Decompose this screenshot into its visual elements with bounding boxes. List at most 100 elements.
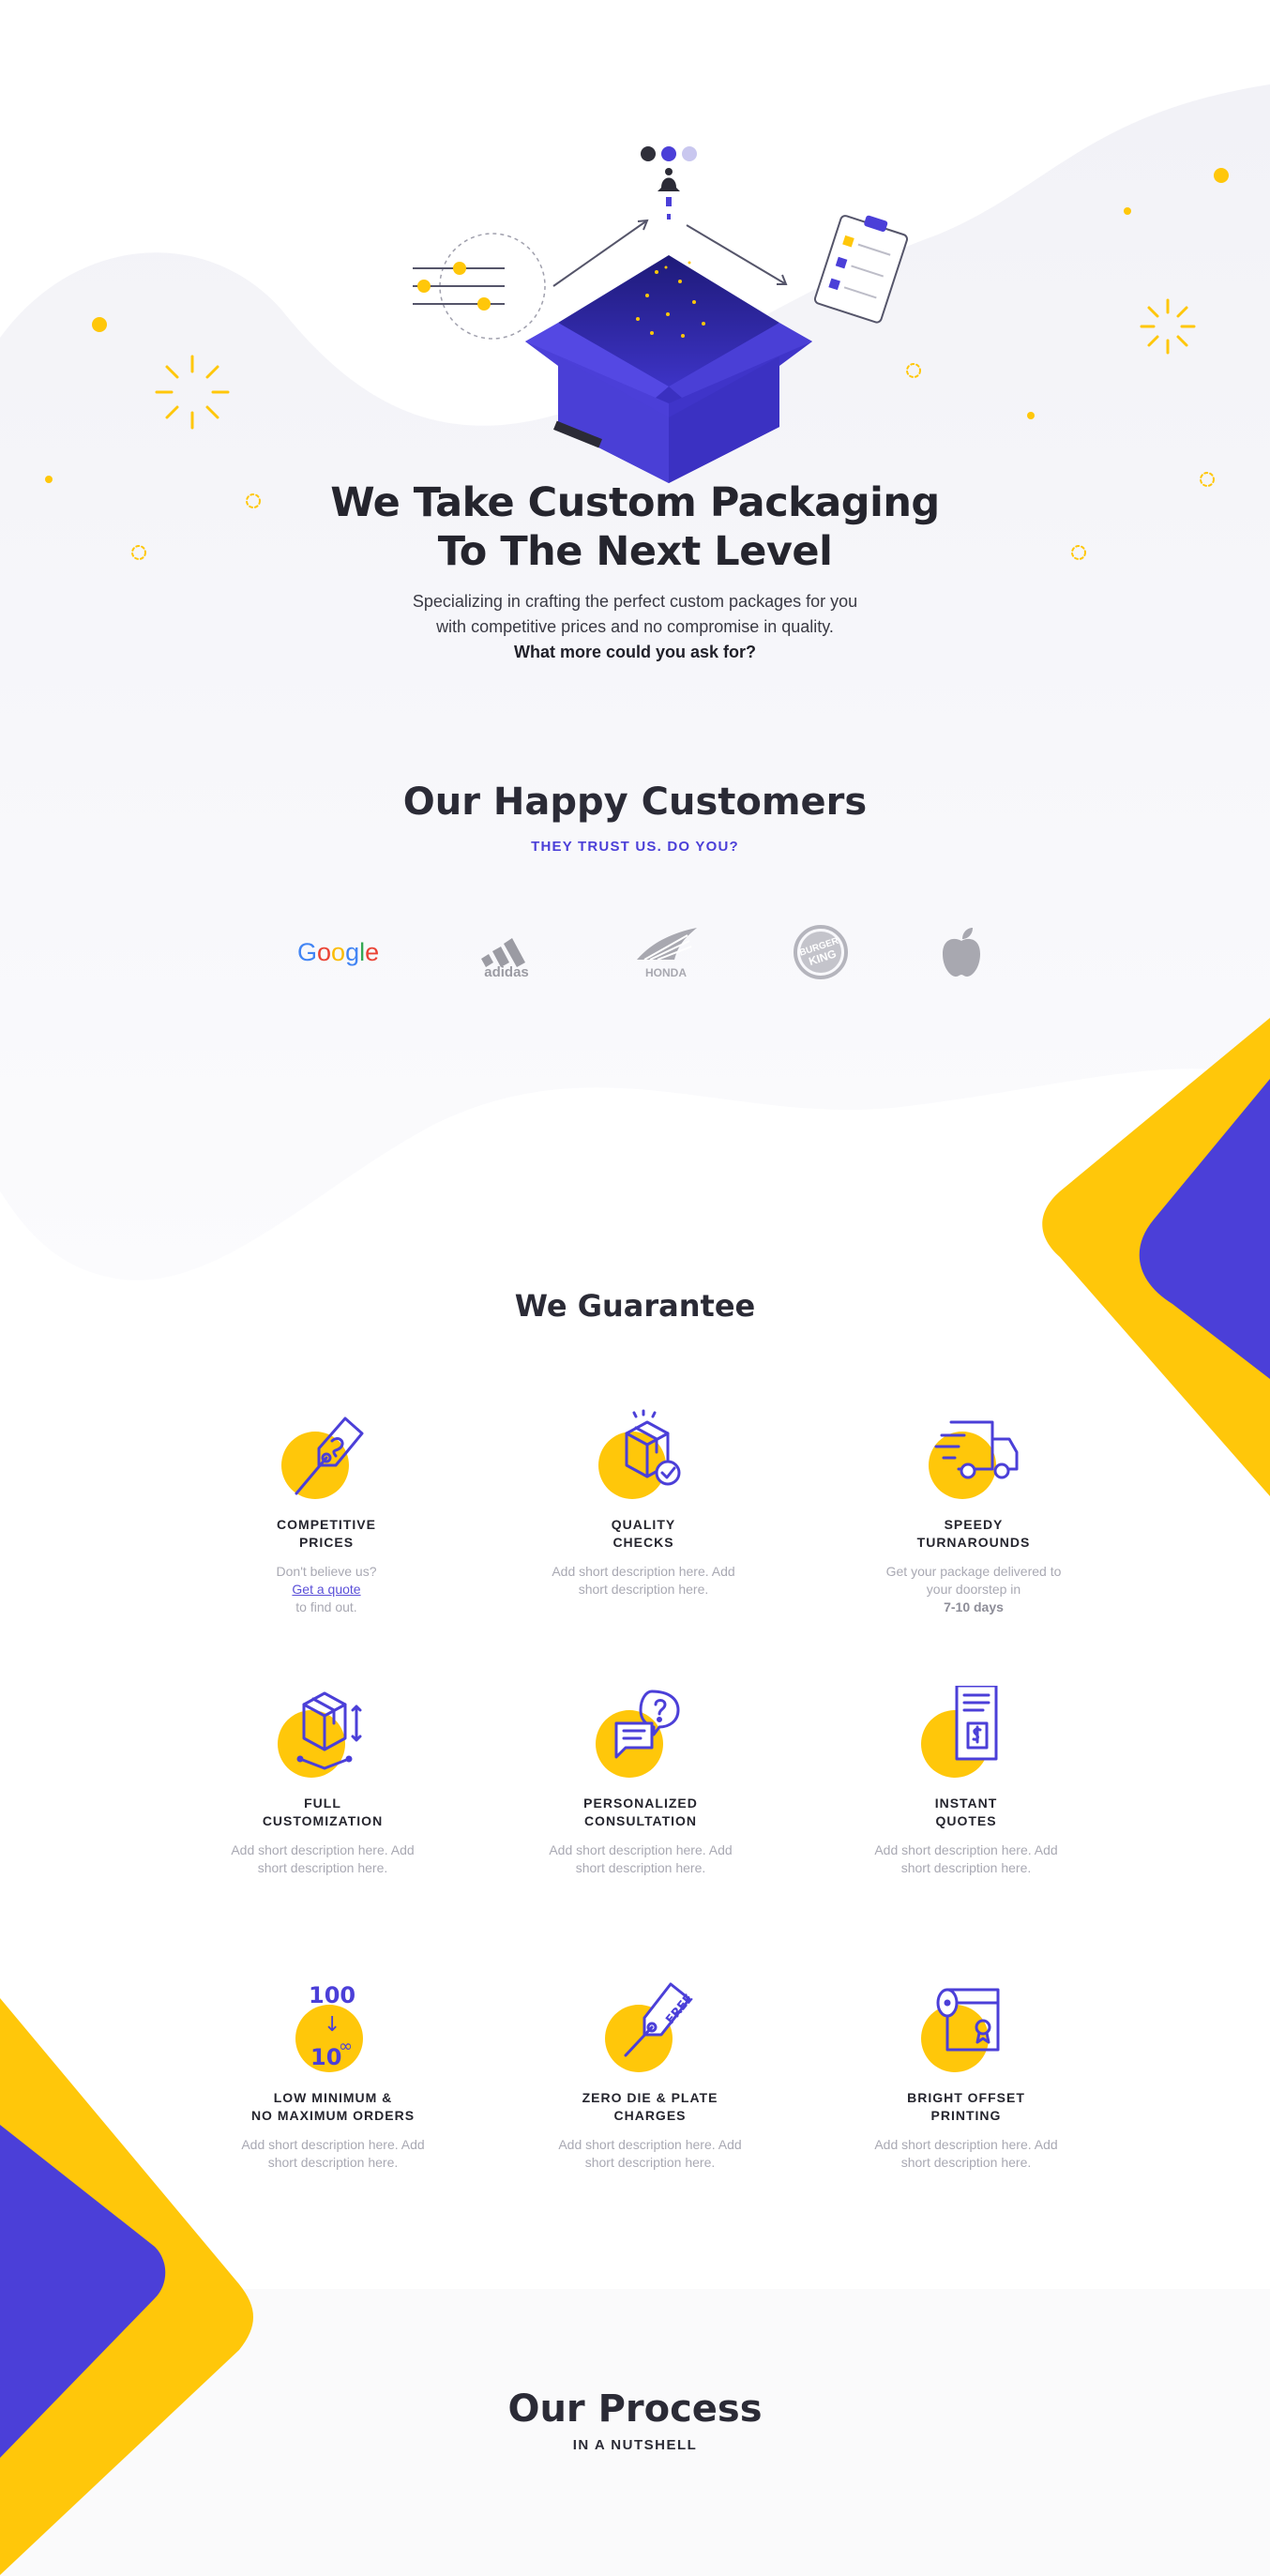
right-purple-diamond [1139,1079,1270,1379]
svg-text:Google: Google [297,938,379,966]
feature-title-line2: QUOTES [935,1813,997,1828]
feature-desc-line1: Get your package delivered to [885,1564,1062,1579]
feature-desc-line2: your doorstep in [926,1582,1021,1597]
minimum-order-icon: 100 ↓ 10 ∞ [277,1980,389,2074]
feature-title: PERSONALIZED CONSULTATION [500,1795,781,1830]
feature-description: Add short description here. Add short de… [825,1841,1107,1877]
customers-subtitle: THEY TRUST US. DO YOU? [531,839,739,855]
feature-desc-line2: short description here. [575,1860,706,1875]
feature-zero-die-plate: FREE ZERO DIE & PLATE CHARGES Add short … [509,1980,791,2172]
feature-desc-line2: to find out. [295,1599,357,1614]
feature-desc-line2: short description here. [257,1860,388,1875]
svg-text:∞: ∞ [339,2037,353,2056]
feature-quality-checks: QUALITY CHECKS Add short description her… [503,1407,784,1599]
feature-title: LOW MINIMUM & NO MAXIMUM ORDERS [192,2089,474,2125]
svg-text:adidas: adidas [484,964,529,977]
feature-desc-line1: Add short description here. Add [241,2137,425,2152]
burger-king-logo: BURGER KING [788,915,854,990]
guarantee-title: We Guarantee [514,1288,756,1324]
feature-title-line1: LOW MINIMUM & [273,2090,393,2105]
feature-desc-line2: short description here. [900,2155,1032,2170]
quote-document-icon [910,1686,1022,1780]
feature-title: INSTANT QUOTES [825,1795,1107,1830]
hero-title: We Take Custom Packaging To The Next Lev… [0,478,1270,576]
feature-title-line2: PRICES [298,1535,355,1550]
feature-title: ZERO DIE & PLATE CHARGES [509,2089,791,2125]
feature-desc-line1: Add short description here. Add [874,2137,1058,2152]
price-tag-icon [270,1407,383,1501]
custom-box-icon [266,1686,379,1780]
feature-instant-quotes: INSTANT QUOTES Add short description her… [825,1686,1107,1877]
hero-title-line2: To The Next Level [437,528,833,575]
feature-title-line1: ZERO DIE & PLATE [582,2090,718,2105]
feature-title: SPEEDY TURNAROUNDS [833,1516,1114,1552]
feature-desc-line2: short description here. [900,1860,1032,1875]
get-quote-link[interactable]: Get a quote [292,1582,360,1597]
feature-title-line2: CHECKS [612,1535,674,1550]
feature-description: Add short description here. Add short de… [825,2136,1107,2172]
feature-full-customization: FULL CUSTOMIZATION Add short description… [182,1686,463,1877]
feature-title-line1: QUALITY [611,1517,676,1532]
feature-title: QUALITY CHECKS [503,1516,784,1552]
feature-desc-line1: Add short description here. Add [558,2137,742,2152]
feature-description: Add short description here. Add short de… [503,1563,784,1599]
hero-subtitle-question: What more could you ask for? [513,643,757,661]
svg-text:100: 100 [309,1982,355,2008]
feature-description: Get your package delivered to your doors… [833,1563,1114,1616]
feature-desc-line2: short description here. [578,1582,709,1597]
feature-title-line2: CHARGES [613,2108,687,2123]
hero-subtitle: Specializing in crafting the perfect cus… [0,589,1270,665]
feature-title-line2: NO MAXIMUM ORDERS [250,2108,416,2123]
svg-text:HONDA: HONDA [645,966,687,979]
feature-title-line2: TURNAROUNDS [916,1535,1031,1550]
adidas-logo: adidas [469,915,544,990]
consultation-chat-icon [584,1686,697,1780]
feature-desc-line1: Add short description here. Add [874,1842,1058,1857]
feature-speedy-turnarounds: SPEEDY TURNAROUNDS Get your package deli… [833,1407,1114,1616]
feature-title-line1: FULL [304,1796,341,1811]
svg-text:10: 10 [310,2044,341,2070]
offset-print-icon [910,1980,1022,2074]
feature-desc-line1: Add short description here. Add [231,1842,415,1857]
hero-title-line1: We Take Custom Packaging [330,479,940,526]
feature-description: Add short description here. Add short de… [500,1841,781,1877]
feature-description: Don't believe us? Get a quote to find ou… [186,1563,467,1616]
feature-title-line1: SPEEDY [944,1517,1004,1532]
customer-logos: Google adidas HONDA BURGER KING [281,915,1013,990]
process-title: Our Process [507,2387,763,2431]
feature-desc-bold: 7-10 days [944,1599,1004,1614]
hero-section: We Take Custom Packaging To The Next Lev… [0,0,1270,675]
honda-logo: HONDA [628,915,703,990]
feature-title-line2: PRINTING [930,2108,1002,2123]
free-tag-icon: FREE [594,1980,706,2074]
feature-title-line1: COMPETITIVE [277,1517,376,1532]
svg-text:↓: ↓ [324,2013,340,2037]
feature-title-line2: CUSTOMIZATION [262,1813,384,1828]
feature-desc-line2: short description here. [267,2155,399,2170]
feature-personalized-consultation: PERSONALIZED CONSULTATION Add short desc… [500,1686,781,1877]
process-band [0,2289,1270,2576]
feature-title-line1: INSTANT [934,1796,998,1811]
feature-title: FULL CUSTOMIZATION [182,1795,463,1830]
feature-desc-line2: short description here. [584,2155,716,2170]
process-subtitle: IN A NUTSHELL [572,2437,698,2453]
quality-box-icon [587,1407,700,1501]
hero-subtitle-line2: with competitive prices and no compromis… [436,617,834,636]
feature-desc-line1: Don't believe us? [276,1564,377,1579]
feature-desc-line1: Add short description here. Add [549,1842,733,1857]
customers-title: Our Happy Customers [402,780,868,824]
feature-low-minimum: 100 ↓ 10 ∞ LOW MINIMUM & NO MAXIMUM ORDE… [192,1980,474,2172]
feature-bright-offset-printing: BRIGHT OFFSET PRINTING Add short descrip… [825,1980,1107,2172]
feature-title-line1: BRIGHT OFFSET [907,2090,1025,2105]
feature-title: BRIGHT OFFSET PRINTING [825,2089,1107,2125]
feature-title: COMPETITIVE PRICES [186,1516,467,1552]
feature-title-line2: CONSULTATION [583,1813,698,1828]
delivery-truck-icon [917,1407,1030,1501]
apple-logo [933,915,990,990]
feature-description: Add short description here. Add short de… [509,2136,791,2172]
google-logo: Google [295,915,389,990]
hero-subtitle-line1: Specializing in crafting the perfect cus… [412,592,858,611]
feature-desc-line1: Add short description here. Add [552,1564,735,1579]
feature-title-line1: PERSONALIZED [583,1796,698,1811]
feature-description: Add short description here. Add short de… [182,1841,463,1877]
